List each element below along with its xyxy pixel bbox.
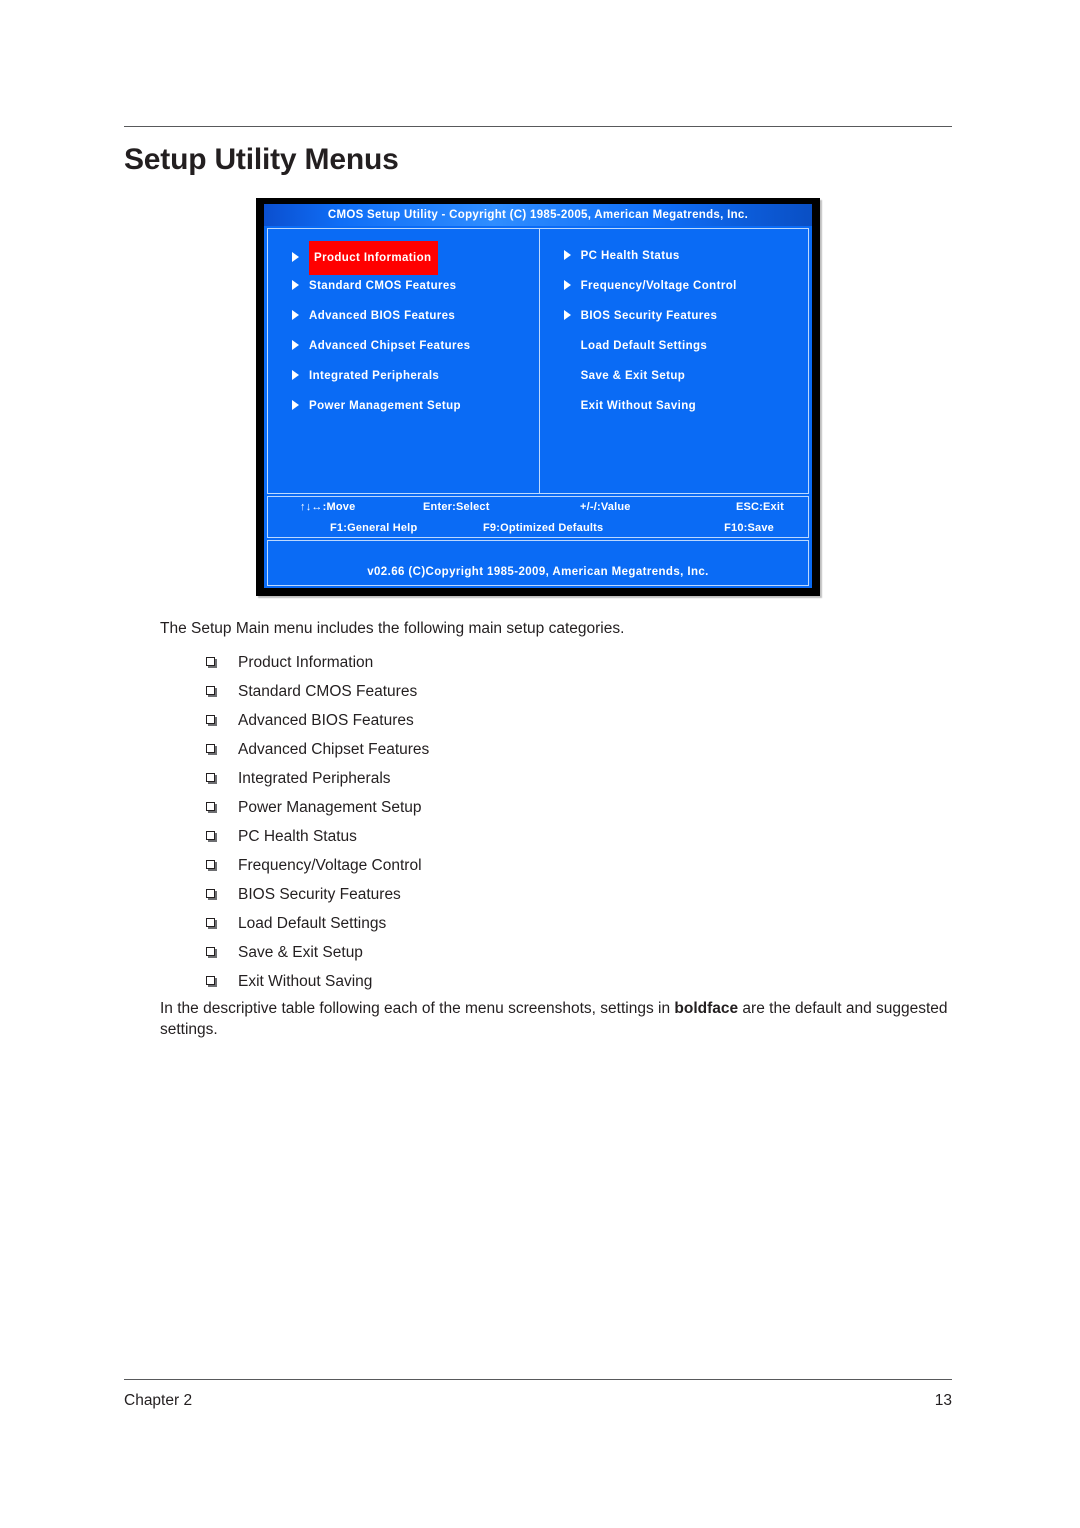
list-item-label: Power Management Setup [238,799,422,816]
bios-menu-item-bios-security-features[interactable]: BIOS Security Features [563,301,808,331]
bios-menu-column-right: PC Health Status Frequency/Voltage Contr… [540,229,808,493]
triangle-right-icon [292,251,299,262]
bios-menu-column-left: Product Information Standard CMOS Featur… [268,229,540,493]
list-item: Advanced Chipset Features [160,735,860,764]
outro-paragraph: In the descriptive table following each … [160,998,950,1040]
list-item: PC Health Status [160,822,860,851]
square-bullet-icon [206,773,215,782]
hint-enter-select: Enter:Select [423,501,490,513]
hint-move: ↑↓↔:Move [300,501,356,513]
list-item-label: Exit Without Saving [238,973,373,990]
bios-menu-item-advanced-chipset-features[interactable]: Advanced Chipset Features [292,331,539,361]
bios-version-text: v02.66 (C)Copyright 1985-2009, American … [367,566,709,578]
bios-menu-panel: Product Information Standard CMOS Featur… [266,227,810,495]
bios-key-hints-row-1: ↑↓↔:Move Enter:Select +/-/:Value ESC:Exi… [268,497,808,518]
square-bullet-icon [206,744,215,753]
bios-menu-item-label: Power Management Setup [309,400,461,412]
hint-esc-exit: ESC:Exit [735,501,784,513]
outro-bold-term: boldface [674,1000,739,1017]
bios-menu-item-save-and-exit-setup[interactable]: Save & Exit Setup [564,361,808,391]
bios-menu-item-label: Load Default Settings [580,340,708,352]
list-item-label: Load Default Settings [238,915,387,932]
bios-menu-item-label: PC Health Status [580,250,680,262]
hint-f10-save: F10:Save [724,522,774,534]
bios-menu-item-label: BIOS Security Features [580,310,718,322]
list-item-label: Integrated Peripherals [238,770,391,787]
list-item: Standard CMOS Features [160,677,860,706]
bios-menu-item-label: Exit Without Saving [580,400,697,412]
bios-key-hints: ↑↓↔:Move Enter:Select +/-/:Value ESC:Exi… [267,496,809,538]
intro-paragraph: The Setup Main menu includes the followi… [160,620,625,637]
bios-menu-item-label: Advanced BIOS Features [309,310,456,322]
bios-menu-item-label: Product Information [309,241,438,275]
category-list: Product Information Standard CMOS Featur… [160,648,860,996]
bios-menu-item-exit-without-saving[interactable]: Exit Without Saving [564,391,808,421]
list-item-label: Frequency/Voltage Control [238,857,422,874]
bios-menu-item-standard-cmos-features[interactable]: Standard CMOS Features [292,271,539,301]
square-bullet-icon [206,831,215,840]
page-title: Setup Utility Menus [124,143,399,176]
bios-setup-screenshot: CMOS Setup Utility - Copyright (C) 1985-… [256,198,820,596]
bios-menu-item-frequency-voltage-control[interactable]: Frequency/Voltage Control [563,271,808,301]
list-item: Load Default Settings [160,909,860,938]
list-item: BIOS Security Features [160,880,860,909]
list-item: Save & Exit Setup [160,938,860,967]
list-item: Power Management Setup [160,793,860,822]
list-item: Integrated Peripherals [160,764,860,793]
hint-f9-optimized-defaults: F9:Optimized Defaults [483,522,604,534]
square-bullet-icon [206,918,215,927]
list-item-label: Save & Exit Setup [238,944,363,961]
bios-menu-item-advanced-bios-features[interactable]: Advanced BIOS Features [292,301,539,331]
hint-value: +/-/:Value [580,501,631,513]
triangle-right-icon [563,249,571,260]
bios-menu-item-product-information[interactable]: Product Information [292,241,539,275]
list-item-label: Product Information [238,654,374,671]
list-item-label: Standard CMOS Features [238,683,418,700]
bios-menu-item-power-management-setup[interactable]: Power Management Setup [292,391,539,421]
square-bullet-icon [206,715,215,724]
bios-menu-item-label: Integrated Peripherals [309,370,440,382]
list-item-label: PC Health Status [238,828,357,845]
square-bullet-icon [206,802,215,811]
square-bullet-icon [206,947,215,956]
bios-titlebar: CMOS Setup Utility - Copyright (C) 1985-… [264,204,812,226]
bios-key-hints-row-2: F1:General Help F9:Optimized Defaults F1… [268,518,808,539]
outro-text-before: In the descriptive table following each … [160,1000,675,1017]
list-item-label: Advanced Chipset Features [238,741,430,758]
bios-menu-item-pc-health-status[interactable]: PC Health Status [563,241,808,271]
footer-page-number: 13 [934,1392,952,1409]
list-item: Advanced BIOS Features [160,706,860,735]
document-page: Setup Utility Menus CMOS Setup Utility -… [0,0,1080,1528]
triangle-right-icon [292,339,299,350]
list-item: Exit Without Saving [160,967,860,996]
list-item-label: BIOS Security Features [238,886,401,903]
hint-f1-general-help: F1:General Help [330,522,418,534]
square-bullet-icon [206,686,215,695]
bios-menu-item-load-default-settings[interactable]: Load Default Settings [564,331,808,361]
bios-menu-item-label: Frequency/Voltage Control [580,280,737,292]
square-bullet-icon [206,657,215,666]
bios-menu-item-label: Advanced Chipset Features [309,340,471,352]
bios-screen: CMOS Setup Utility - Copyright (C) 1985-… [264,204,812,588]
list-item-label: Advanced BIOS Features [238,712,414,729]
square-bullet-icon [206,889,215,898]
triangle-right-icon [292,399,299,410]
triangle-right-icon [292,369,299,380]
triangle-right-icon [563,309,571,320]
list-item: Product Information [160,648,860,677]
header-divider [124,126,952,127]
bios-menu-item-integrated-peripherals[interactable]: Integrated Peripherals [292,361,539,391]
triangle-right-icon [292,279,299,290]
footer-chapter: Chapter 2 [124,1392,193,1409]
list-item: Frequency/Voltage Control [160,851,860,880]
bios-version-bar: v02.66 (C)Copyright 1985-2009, American … [267,540,809,586]
triangle-right-icon [563,279,571,290]
footer-divider [124,1379,952,1380]
triangle-right-icon [292,309,299,320]
bios-menu-item-label: Save & Exit Setup [580,370,686,382]
bios-menu-item-label: Standard CMOS Features [309,280,457,292]
square-bullet-icon [206,860,215,869]
square-bullet-icon [206,976,215,985]
